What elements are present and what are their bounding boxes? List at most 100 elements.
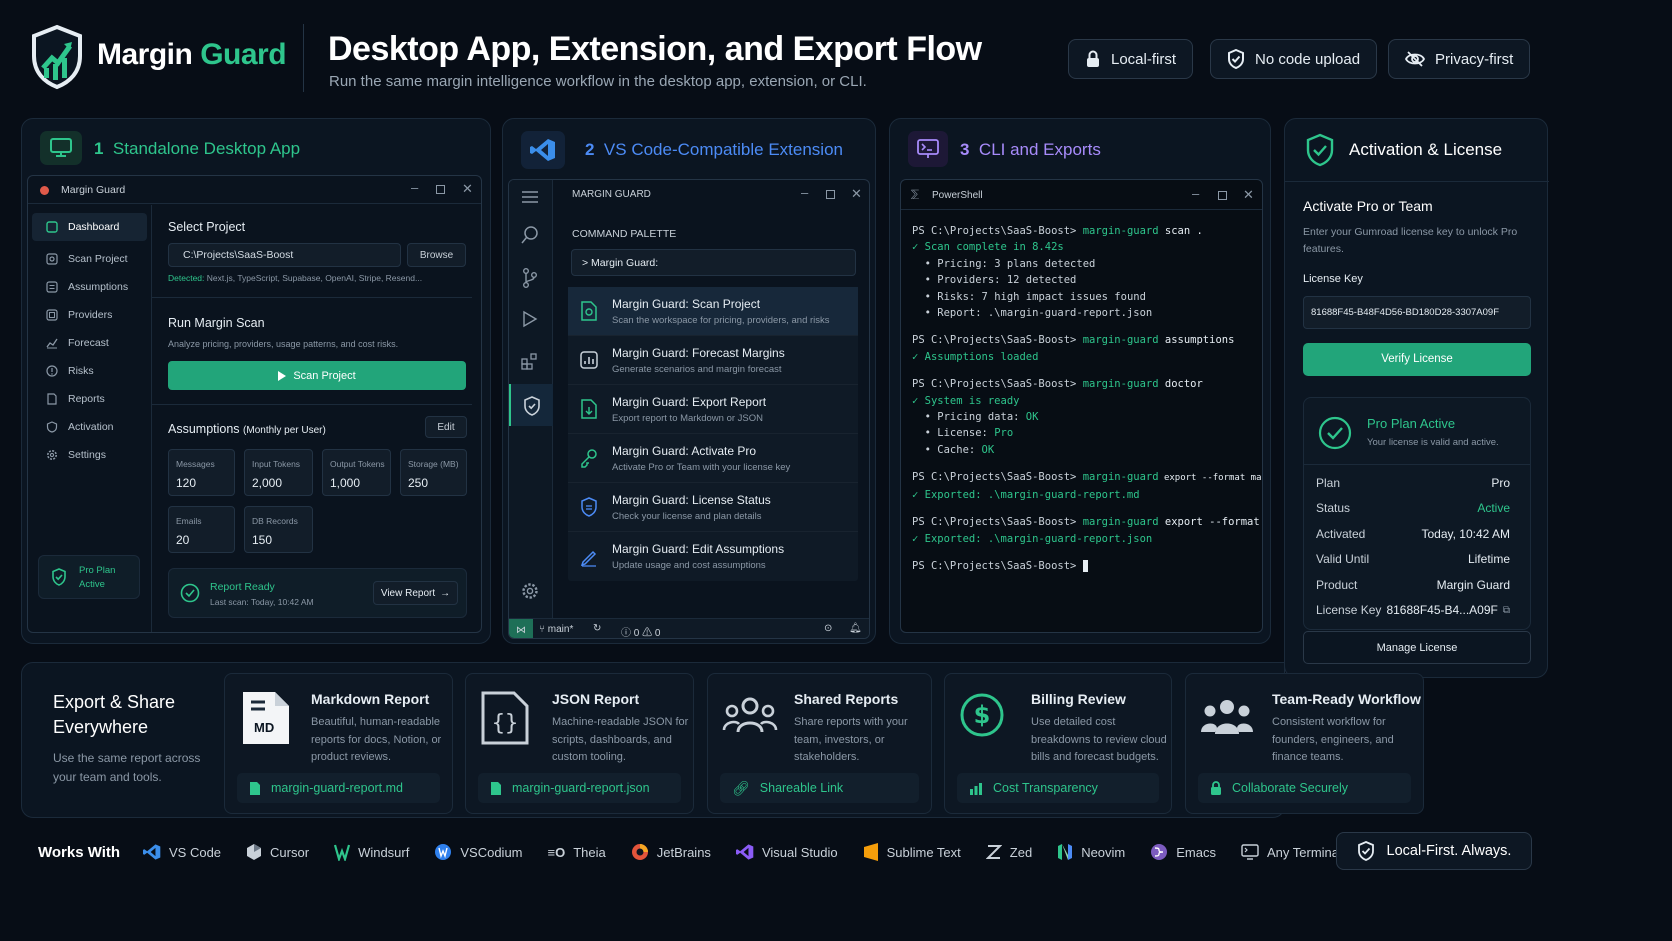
export-card-team[interactable]: Team-Ready Workflow Consistent workflow …: [1185, 673, 1424, 814]
minimize-button[interactable]: –: [411, 180, 418, 195]
copy-icon[interactable]: ⧉: [1503, 605, 1510, 616]
minimize-button[interactable]: –: [801, 185, 808, 200]
maximize-button[interactable]: [436, 185, 445, 194]
sidebar-item-settings[interactable]: Settings: [32, 441, 147, 469]
card-footer[interactable]: Collaborate Securely: [1198, 773, 1411, 803]
close-button[interactable]: ✕: [462, 181, 473, 197]
document-icon: [46, 393, 58, 405]
export-file-icon: [580, 399, 598, 419]
command-item-export-report[interactable]: Margin Guard: Export Report Export report…: [568, 385, 858, 434]
section-number: 3: [960, 140, 970, 159]
tool-label: Theia: [573, 844, 606, 860]
edit-assumptions-button[interactable]: Edit: [425, 416, 467, 438]
license-key-input[interactable]: 81688F45-B48F4D56-BD180D28-3307A09F: [1303, 296, 1531, 329]
tool-label: Any Terminal: [1267, 844, 1342, 860]
terminal-output[interactable]: PS C:\Projects\SaaS-Boost> margin-guard …: [912, 223, 1262, 574]
project-path-input[interactable]: C:\Projects\SaaS-Boost: [168, 243, 401, 267]
extensions-icon[interactable]: [521, 352, 539, 370]
page-subtitle: Run the same margin intelligence workflo…: [329, 73, 867, 90]
page-title: Desktop App, Extension, and Export Flow: [328, 30, 982, 68]
tool-label: Cursor: [270, 844, 310, 860]
section-title-cli: 3 CLI and Exports: [960, 140, 1101, 160]
sidebar-item-risks[interactable]: Risks: [32, 357, 147, 385]
scan-icon: [46, 253, 58, 265]
command-item-activate-pro[interactable]: Margin Guard: Activate Pro Activate Pro o…: [568, 434, 858, 483]
gear-icon: [46, 449, 58, 461]
assumption-field[interactable]: Emails 20: [168, 506, 235, 553]
sidebar-item-label: Dashboard: [68, 221, 120, 233]
assumption-field[interactable]: DB Records 150: [244, 506, 313, 553]
sidebar-item-dashboard[interactable]: Dashboard: [32, 213, 147, 241]
license-row-plan: Plan Pro: [1316, 470, 1510, 496]
run-debug-icon[interactable]: [521, 310, 539, 328]
assumption-field[interactable]: Output Tokens 1,000: [322, 449, 391, 496]
terminal-line: • Providers: 12 detected: [912, 274, 1077, 287]
verify-license-button[interactable]: Verify License: [1303, 343, 1531, 376]
sidebar-item-forecast[interactable]: Forecast: [32, 329, 147, 357]
sidebar-item-assumptions[interactable]: Assumptions: [32, 273, 147, 301]
sidebar-item-scan-project[interactable]: Scan Project: [32, 245, 147, 273]
command-desc: Check your license and plan details: [612, 510, 762, 522]
assumption-field[interactable]: Input Tokens 2,000: [244, 449, 313, 496]
export-card-billing[interactable]: $ Billing Review Use detailed cost break…: [944, 673, 1172, 814]
export-card-shared[interactable]: Shared Reports Share reports with your t…: [707, 673, 932, 814]
sidebar-item-activation[interactable]: Activation: [32, 413, 147, 441]
row-key: Status: [1316, 501, 1351, 516]
row-value: Pro: [1491, 475, 1510, 490]
card-footer[interactable]: Cost Transparency: [957, 773, 1159, 803]
sidebar-item-reports[interactable]: Reports: [32, 385, 147, 413]
vscode-icon: [521, 131, 565, 169]
sidebar-item-providers[interactable]: Providers: [32, 301, 147, 329]
divider: [152, 404, 472, 405]
source-control-icon[interactable]: [522, 268, 538, 288]
tool-label: JetBrains: [656, 844, 711, 860]
command-item-edit-assumptions[interactable]: Margin Guard: Edit Assumptions Update usa…: [568, 532, 858, 581]
maximize-button[interactable]: [826, 190, 835, 199]
search-icon[interactable]: [521, 226, 539, 244]
remote-indicator[interactable]: ⋈: [509, 619, 533, 638]
card-desc: Beautiful, human-readable reports for do…: [311, 716, 442, 763]
browse-button[interactable]: Browse: [407, 243, 466, 267]
sync-icon[interactable]: ↻: [593, 623, 601, 634]
branch-indicator[interactable]: ⑂ main*: [539, 624, 573, 635]
export-card-markdown[interactable]: MD Markdown Report Beautiful, human-read…: [224, 673, 453, 814]
command-item-forecast-margins[interactable]: Margin Guard: Forecast Margins Generate s…: [568, 336, 858, 385]
sidebar-item-label: Settings: [68, 449, 106, 461]
assumption-field[interactable]: Storage (MB) 250: [400, 449, 467, 496]
command-title: Margin Guard: Export Report: [612, 394, 767, 409]
window-title: Margin Guard: [61, 184, 126, 196]
problems-indicator[interactable]: ⓘ 0 ⚠ 0: [621, 624, 660, 638]
feedback-icon[interactable]: ⊙: [824, 623, 832, 634]
report-ready-label: Report Ready: [210, 581, 275, 593]
gear-icon[interactable]: [521, 582, 539, 600]
menu-icon[interactable]: [522, 190, 538, 204]
card-footer[interactable]: margin-guard-report.json: [478, 773, 681, 803]
scan-project-button[interactable]: Scan Project: [168, 361, 466, 390]
bell-icon[interactable]: 🔔︎: [849, 623, 862, 634]
file-icon: [249, 781, 261, 796]
minimize-button[interactable]: –: [1192, 186, 1199, 201]
export-card-json[interactable]: {} JSON Report Machine-readable JSON for…: [465, 673, 694, 814]
margin-guard-activity-item[interactable]: [509, 384, 553, 426]
scan-file-icon: [580, 301, 598, 321]
card-footer[interactable]: 🔗︎ Shareable Link: [720, 773, 919, 803]
works-with-label: Works With: [38, 843, 121, 861]
command-item-scan-project[interactable]: Margin Guard: Scan Project Scan the works…: [568, 287, 858, 336]
card-footer[interactable]: margin-guard-report.md: [237, 773, 440, 803]
manage-license-button[interactable]: Manage License: [1303, 631, 1531, 664]
command-item-license-status[interactable]: Margin Guard: License Status Check your l…: [568, 483, 858, 532]
tool-label: Sublime Text: [886, 844, 961, 860]
close-button[interactable]: ✕: [1243, 187, 1254, 203]
card-desc: Share reports with your team, investors,…: [794, 716, 908, 763]
section-label: Standalone Desktop App: [112, 139, 301, 158]
section-label: CLI and Exports: [978, 140, 1101, 159]
team-icon: [1200, 698, 1254, 736]
row-key: Plan: [1316, 475, 1341, 490]
assumption-field[interactable]: Messages 120: [168, 449, 235, 496]
close-button[interactable]: ✕: [851, 186, 862, 202]
command-palette-input[interactable]: > Margin Guard:: [571, 249, 856, 276]
maximize-button[interactable]: [1218, 191, 1227, 200]
terminal-line: ✓ Exported: .\margin-guard-report.json: [912, 532, 1153, 545]
command-title: Margin Guard: Forecast Margins: [612, 345, 785, 360]
view-report-button[interactable]: View Report →: [373, 581, 458, 605]
